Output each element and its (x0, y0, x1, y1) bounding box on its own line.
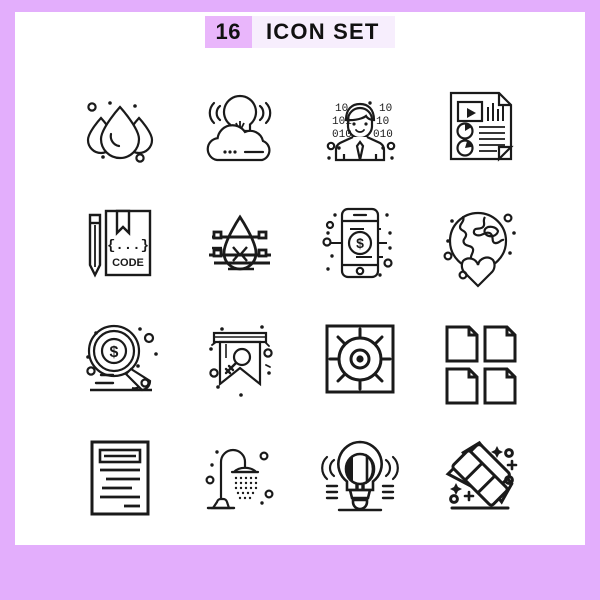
globe-heart-icon (443, 212, 516, 288)
cleaning-eraser-icon (445, 441, 518, 510)
gas-stove-burner-icon (325, 324, 395, 394)
article-document-icon (90, 440, 150, 516)
icon-cell-15[interactable] (300, 420, 420, 538)
icon-cell-11[interactable] (300, 302, 420, 420)
icon-grid: 10 101 010 10 10 010 {...} CODE $ $ (60, 67, 540, 537)
dollar-symbol-text: $ (110, 344, 119, 361)
svg-text:010: 010 (373, 129, 393, 141)
icon-cell-10[interactable] (180, 302, 300, 420)
glowing-bulb-icon (321, 440, 399, 512)
icon-cell-7[interactable]: $ (300, 185, 420, 303)
header: 16 ICON SET (15, 12, 585, 52)
water-drop-level-icon (209, 214, 271, 271)
icon-set-page: 16 ICON SET 10 101 010 10 10 010 {...} C… (15, 12, 585, 545)
icon-cell-2[interactable] (180, 67, 300, 185)
header-banner: 16 ICON SET (204, 16, 396, 48)
binary-programmer-icon: 10 101 010 10 10 010 (326, 101, 396, 161)
icon-cell-3[interactable]: 10 101 010 10 10 010 (300, 67, 420, 185)
icon-cell-8[interactable] (420, 185, 540, 303)
water-drops-icon (86, 100, 154, 163)
media-report-document-icon (449, 91, 514, 162)
icon-cell-9[interactable]: $ (60, 302, 180, 420)
svg-text:10: 10 (335, 103, 348, 115)
icon-cell-12[interactable] (420, 302, 540, 420)
code-braces-text: {...} (107, 238, 149, 254)
multiple-files-icon (445, 325, 517, 405)
cloud-idea-bulb-icon (206, 94, 272, 161)
icon-cell-14[interactable] (180, 420, 300, 538)
icon-cell-4[interactable] (420, 67, 540, 185)
shower-icon (205, 449, 274, 510)
icon-cell-5[interactable]: {...} CODE (60, 185, 180, 303)
svg-text:10: 10 (379, 103, 392, 115)
code-label-text: CODE (112, 257, 144, 269)
key-banner-icon (209, 324, 273, 397)
page-title: ICON SET (265, 19, 380, 44)
mobile-payment-icon: $ (322, 208, 393, 279)
svg-text:101: 101 (332, 116, 352, 128)
icon-cell-1[interactable] (60, 67, 180, 185)
icon-cell-16[interactable] (420, 420, 540, 538)
icon-count-badge: 16 (204, 16, 252, 48)
svg-text:010: 010 (332, 129, 352, 141)
money-search-icon: $ (86, 324, 158, 392)
dollar-symbol-text: $ (356, 235, 364, 251)
icon-cell-6[interactable] (180, 185, 300, 303)
code-book-pencil-icon: {...} CODE (88, 210, 152, 278)
icon-cell-13[interactable] (60, 420, 180, 538)
svg-text:10: 10 (376, 116, 389, 128)
